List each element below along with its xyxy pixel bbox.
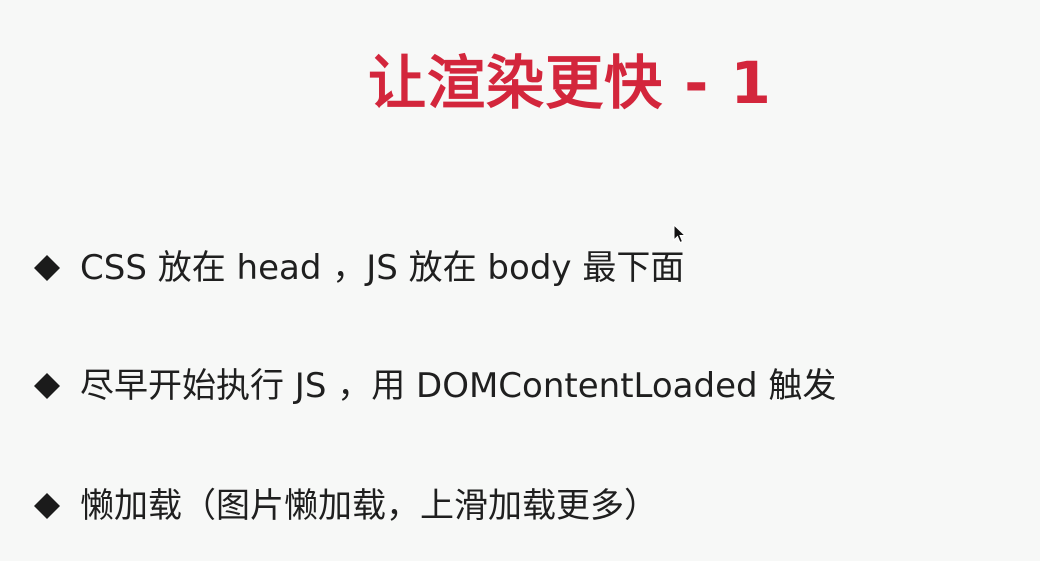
mouse-pointer-icon	[673, 224, 687, 244]
bullet-item: 尽早开始执行 JS ，用 DOMContentLoaded 触发	[32, 356, 1022, 416]
bullet-item: 懒加载（图片懒加载，上滑加载更多）	[32, 476, 1022, 536]
bullet-text: 懒加载（图片懒加载，上滑加载更多）	[80, 486, 658, 526]
diamond-bullet-icon	[32, 371, 62, 401]
slide: 让渲染更快 - 1 CSS 放在 head ，JS 放在 body 最下面 尽早…	[0, 0, 1040, 561]
bullet-text: 尽早开始执行 JS ，用 DOMContentLoaded 触发	[80, 366, 837, 406]
slide-title: 让渲染更快 - 1	[368, 49, 772, 117]
diamond-bullet-icon	[32, 253, 62, 283]
bullet-item: CSS 放在 head ，JS 放在 body 最下面	[32, 238, 1022, 298]
diamond-bullet-icon	[32, 491, 62, 521]
bullet-text: CSS 放在 head ，JS 放在 body 最下面	[80, 248, 685, 288]
